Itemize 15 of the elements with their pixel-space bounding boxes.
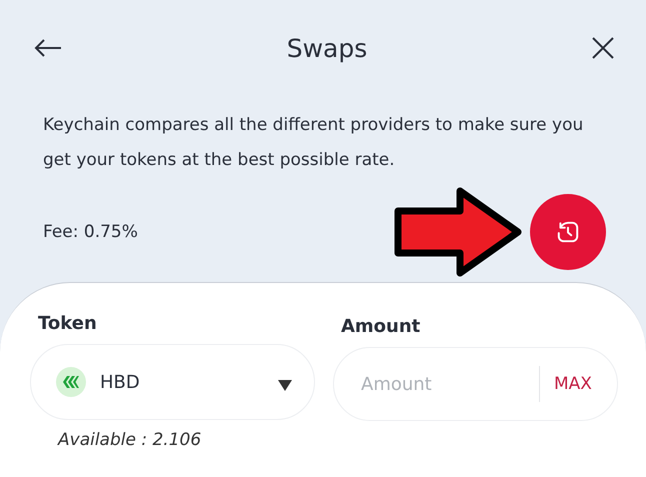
fee-text: Fee: 0.75% (43, 222, 139, 242)
token-select[interactable]: HBD (30, 344, 315, 420)
history-icon (555, 219, 581, 245)
close-icon[interactable] (592, 37, 614, 59)
token-label: Token (38, 313, 98, 334)
max-button[interactable]: MAX (554, 374, 592, 394)
back-arrow-icon[interactable] (34, 38, 62, 58)
page-title: Swaps (286, 34, 368, 62)
amount-field[interactable]: Amount MAX (333, 347, 618, 421)
amount-label: Amount (341, 316, 422, 337)
dropdown-caret-icon (278, 380, 292, 390)
token-value: HBD (100, 372, 141, 392)
intro-text: Keychain compares all the different providers to make sure you get your tokens at the best possible rate. (43, 114, 584, 172)
token-logo-icon (56, 367, 86, 397)
available-text: Available : 2.106 (58, 430, 202, 450)
